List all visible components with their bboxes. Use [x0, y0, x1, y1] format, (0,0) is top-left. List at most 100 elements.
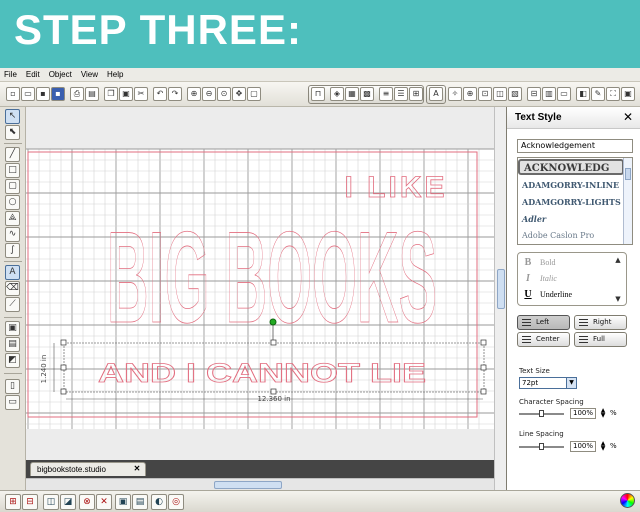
line-tool-icon[interactable]: ╱: [5, 147, 20, 162]
pan-icon[interactable]: ✥: [232, 87, 246, 101]
ungroup-icon[interactable]: ⊟: [22, 494, 38, 510]
layers-tool-icon[interactable]: ▤: [5, 337, 20, 352]
menu-help[interactable]: Help: [107, 70, 123, 79]
knife-tool-icon[interactable]: ⟋: [5, 297, 20, 312]
font-list-item[interactable]: Adobe Caslon Pro: [518, 228, 624, 244]
target-icon[interactable]: ◎: [168, 494, 184, 510]
resize-handle-br[interactable]: [480, 388, 487, 395]
font-list-item[interactable]: Adler: [518, 211, 624, 227]
modify-icon[interactable]: ◫: [493, 87, 507, 101]
cut-mode-icon[interactable]: ▭: [557, 87, 571, 101]
cutting-mat-canvas[interactable]: I LIKE BIG BOOKS AND I CANNOT LIE 1.240 …: [26, 107, 494, 460]
freehand-tool-icon[interactable]: ∫: [5, 243, 20, 258]
replicate-icon[interactable]: ⊡: [478, 87, 492, 101]
font-list[interactable]: ACKNOWLEDG ADAMGORRY-INLINE ADAMGORRY-LI…: [517, 157, 633, 245]
rotate-handle[interactable]: [269, 318, 277, 326]
resize-handle-tr[interactable]: [480, 339, 487, 346]
cut-icon[interactable]: ✂: [134, 87, 148, 101]
align-left-button[interactable]: Left: [517, 315, 570, 330]
page-view-icon[interactable]: ▯: [5, 379, 20, 394]
line-style-icon[interactable]: ☰: [394, 87, 408, 101]
character-spacing-input[interactable]: 100%: [570, 408, 596, 419]
copy-icon[interactable]: ❐: [104, 87, 118, 101]
rectangle-tool-icon[interactable]: □: [5, 163, 20, 178]
text-style-icon[interactable]: A: [429, 87, 443, 101]
horizontal-scrollbar[interactable]: [26, 478, 494, 490]
resize-handle-tl[interactable]: [60, 339, 67, 346]
fill-icon[interactable]: ◧: [576, 87, 590, 101]
text-tool-icon[interactable]: A: [5, 265, 20, 280]
paste-icon[interactable]: ▣: [119, 87, 133, 101]
resize-handle-ml[interactable]: [60, 364, 67, 371]
align-right-button[interactable]: Right: [574, 315, 627, 330]
compound-path-icon[interactable]: ◫: [43, 494, 59, 510]
delete-icon[interactable]: ✕: [96, 494, 112, 510]
transform-icon[interactable]: ⊕: [463, 87, 477, 101]
resize-handle-mr[interactable]: [480, 364, 487, 371]
sketch-pen-icon[interactable]: ✎: [591, 87, 605, 101]
resize-handle-tm[interactable]: [270, 339, 277, 346]
rounded-rectangle-icon[interactable]: ▢: [5, 179, 20, 194]
design-text-bottom[interactable]: AND I CANNOT LIE: [98, 358, 427, 389]
save-icon[interactable]: ▪: [36, 87, 50, 101]
vertical-scrollbar[interactable]: [494, 107, 506, 490]
release-compound-icon[interactable]: ◪: [60, 494, 76, 510]
horizontal-scroll-thumb[interactable]: [214, 481, 282, 489]
offset-icon[interactable]: ⊞: [409, 87, 423, 101]
font-name-field[interactable]: Acknowledgement: [517, 139, 633, 153]
select-tool-icon[interactable]: ↖: [5, 109, 20, 124]
menu-file[interactable]: File: [4, 70, 17, 79]
lock-icon[interactable]: ⊓: [311, 87, 325, 101]
menu-object[interactable]: Object: [49, 70, 72, 79]
panel-close-icon[interactable]: ✕: [623, 110, 633, 124]
undo-icon[interactable]: ↶: [153, 87, 167, 101]
save-as-icon[interactable]: ▪: [51, 87, 65, 101]
design-canvas-svg[interactable]: I LIKE BIG BOOKS AND I CANNOT LIE 1.240 …: [26, 107, 494, 460]
grid-icon[interactable]: ▦: [345, 87, 359, 101]
zoom-select-icon[interactable]: ⊙: [217, 87, 231, 101]
close-tab-icon[interactable]: ✕: [132, 464, 142, 474]
library-icon[interactable]: ⊟: [527, 87, 541, 101]
file-tab[interactable]: bigbookstote.studio ✕: [30, 462, 146, 476]
character-spacing-slider-thumb[interactable]: [539, 410, 544, 417]
new-document-icon[interactable]: ▫: [6, 87, 20, 101]
resize-handle-bm[interactable]: [270, 388, 277, 395]
panel-view-icon[interactable]: ▭: [5, 395, 20, 410]
redo-icon[interactable]: ↷: [168, 87, 182, 101]
font-list-item[interactable]: ADAMGORRY-INLINE: [518, 177, 624, 193]
zoom-out-icon[interactable]: ⊖: [202, 87, 216, 101]
help-icon[interactable]: ▣: [621, 87, 635, 101]
character-spacing-stepper-icon[interactable]: ▲ ▼: [599, 408, 607, 419]
fit-to-window-icon[interactable]: ▢: [247, 87, 261, 101]
italic-button[interactable]: I Italic: [522, 271, 557, 286]
bring-to-front-icon[interactable]: ▣: [115, 494, 131, 510]
print-icon[interactable]: ⎙: [70, 87, 84, 101]
chevron-up-icon[interactable]: ▲: [614, 256, 622, 264]
group-icon[interactable]: ⊞: [5, 494, 21, 510]
line-spacing-slider-thumb[interactable]: [539, 443, 544, 450]
menu-view[interactable]: View: [81, 70, 98, 79]
vertical-scroll-thumb[interactable]: [497, 269, 505, 309]
zoom-in-icon[interactable]: ⊕: [187, 87, 201, 101]
fullscreen-icon[interactable]: ⛶: [606, 87, 620, 101]
line-spacing-stepper-icon[interactable]: ▲ ▼: [599, 441, 607, 452]
design-text-main[interactable]: BIG BOOKS: [107, 204, 438, 351]
curve-tool-icon[interactable]: ∿: [5, 227, 20, 242]
line-spacing-slider[interactable]: [519, 443, 564, 450]
store-icon[interactable]: ▥: [542, 87, 556, 101]
font-list-scrollbar[interactable]: [623, 158, 632, 244]
menu-edit[interactable]: Edit: [26, 70, 40, 79]
underline-button[interactable]: U Underline: [522, 287, 572, 302]
align-icon[interactable]: ✧: [448, 87, 462, 101]
font-list-scroll-thumb[interactable]: [625, 168, 631, 180]
eraser-tool-icon[interactable]: ⌫: [5, 281, 20, 296]
fill-color-icon[interactable]: ◈: [330, 87, 344, 101]
resize-handle-bl[interactable]: [60, 388, 67, 395]
chevron-down-icon[interactable]: ▼: [614, 295, 622, 303]
align-center-button[interactable]: Center: [517, 332, 570, 347]
color-wheel-icon[interactable]: [620, 493, 635, 508]
trace-icon[interactable]: ▧: [508, 87, 522, 101]
bold-button[interactable]: B Bold: [522, 255, 556, 270]
font-list-item[interactable]: ADAMGORRY-LIGHTS: [518, 194, 624, 210]
line-spacing-input[interactable]: 100%: [570, 441, 596, 452]
